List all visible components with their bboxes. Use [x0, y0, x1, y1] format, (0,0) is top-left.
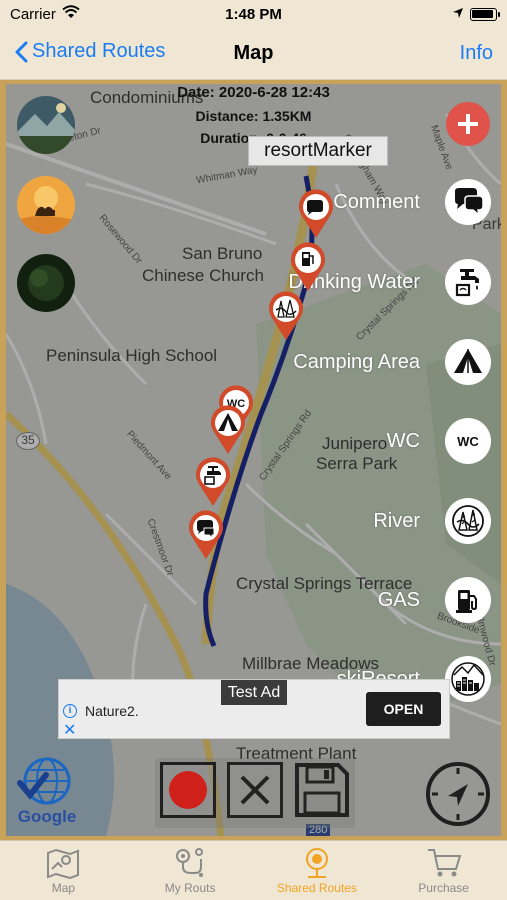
forest-avatar-image — [17, 254, 75, 312]
poi-label-wc: WC — [386, 429, 420, 452]
poi-option-river[interactable]: River — [373, 498, 491, 544]
poi-label-gas: GAS — [377, 588, 420, 611]
floppy-disk-icon — [295, 763, 349, 817]
poi-label-river: River — [373, 509, 420, 532]
tab-bar: Map My Routs Shared Routes Purchase — [0, 840, 507, 900]
navigation-bar: Shared Routes Map Info — [0, 30, 507, 80]
ad-info-icon[interactable]: i — [63, 704, 77, 718]
compass-arrow-icon — [432, 768, 484, 820]
river-icon — [445, 498, 491, 544]
chevron-left-icon — [15, 41, 28, 62]
avatar-forest[interactable] — [17, 254, 75, 312]
tab-shared-routes-label: Shared Routes — [276, 881, 357, 895]
ad-title: Nature2. — [85, 703, 139, 719]
map-label-chinese-church: Chinese Church — [142, 266, 264, 285]
wc-icon-text: WC — [457, 433, 479, 449]
google-maps-toggle[interactable]: Google — [12, 757, 82, 829]
drinking-water-icon — [445, 259, 491, 305]
map-pin-river[interactable] — [266, 290, 306, 342]
comment-icon — [445, 179, 491, 225]
route-distance: Distance: 1.35KM — [195, 108, 312, 124]
poi-option-camping-area[interactable]: Camping Area — [293, 339, 491, 385]
tab-my-routes[interactable]: My Routs — [127, 841, 254, 900]
poi-option-comment[interactable]: Comment — [333, 179, 491, 225]
poi-option-wc[interactable]: WC WC — [387, 418, 491, 464]
tent-icon — [445, 339, 491, 385]
info-button[interactable]: Info — [460, 42, 493, 65]
landscape-avatar-image — [17, 96, 75, 154]
test-ad-badge: Test Ad — [221, 680, 287, 705]
desert-camel-avatar-image — [17, 176, 75, 234]
tab-map[interactable]: Map — [0, 841, 127, 900]
avatar-landscape[interactable] — [17, 96, 75, 154]
map-label-san-bruno: San Bruno — [182, 244, 263, 263]
globe-check-icon — [17, 757, 71, 805]
cart-tab-icon — [427, 849, 461, 877]
battery-icon — [470, 8, 500, 21]
resort-marker-callout[interactable]: resortMarker — [248, 136, 388, 166]
tab-purchase[interactable]: Purchase — [380, 841, 507, 900]
route-date: Date: 2020-6-28 12:43 — [177, 84, 330, 101]
google-label: Google — [17, 807, 77, 826]
poi-option-gas[interactable]: GAS — [378, 577, 491, 623]
tab-map-label: Map — [51, 881, 76, 895]
ad-close-icon[interactable]: ✕ — [63, 720, 76, 740]
avatar-desert[interactable] — [17, 176, 75, 234]
tab-shared-routes[interactable]: Shared Routes — [254, 841, 381, 900]
map-pin-gas[interactable] — [288, 241, 328, 293]
status-time: 1:48 PM — [225, 6, 282, 23]
map-tab-icon — [47, 848, 80, 879]
tab-my-routes-label: My Routs — [164, 881, 216, 895]
save-route-button[interactable] — [294, 762, 350, 818]
ad-open-button[interactable]: OPEN — [366, 692, 441, 726]
ski-resort-icon — [445, 656, 491, 702]
compass-button[interactable] — [426, 762, 490, 826]
poi-label-comment: Comment — [333, 190, 420, 213]
poi-label-camping-area: Camping Area — [293, 350, 420, 373]
wc-icon: WC — [445, 418, 491, 464]
close-icon — [240, 775, 270, 805]
highway-35-shield: 35 — [16, 432, 40, 450]
map-pin-comment[interactable] — [296, 188, 336, 240]
routes-tab-icon — [176, 848, 204, 877]
tab-purchase-label: Purchase — [418, 881, 469, 895]
map-label-serra-park: Serra Park — [316, 454, 398, 473]
add-marker-button[interactable] — [446, 102, 490, 146]
location-arrow-icon — [453, 8, 463, 18]
gas-pump-icon — [445, 577, 491, 623]
back-button[interactable]: Shared Routes — [14, 40, 165, 63]
map-pin-drinking-water[interactable] — [193, 456, 233, 508]
record-button[interactable] — [160, 762, 216, 818]
shared-routes-tab-icon — [305, 848, 328, 878]
status-bar: Carrier 1:48 PM — [0, 0, 507, 30]
cancel-recording-button[interactable] — [227, 762, 283, 818]
map-pin-camping[interactable] — [208, 404, 248, 456]
map-label-junipero: Junipero — [322, 434, 388, 453]
back-button-label: Shared Routes — [32, 40, 166, 62]
map-label-peninsula-high: Peninsula High School — [46, 346, 218, 365]
map-pin-comment-2[interactable] — [186, 509, 226, 561]
